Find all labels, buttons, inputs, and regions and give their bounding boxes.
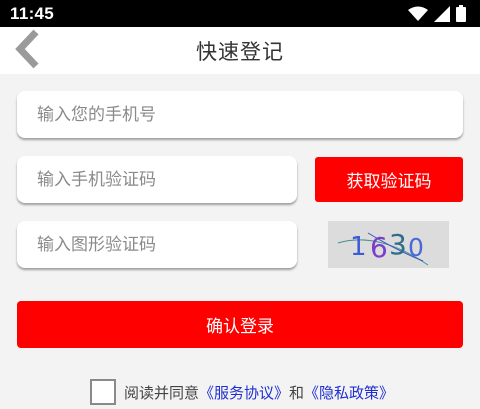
agreement-row: 阅读并同意 《服务协议》 和 《隐私政策》: [90, 377, 394, 407]
agreement-conjunction: 和: [289, 383, 305, 402]
captcha-digit: 1: [350, 232, 367, 262]
sms-code-input[interactable]: [35, 168, 279, 191]
chevron-left-icon: [12, 29, 40, 73]
signal-icon: [434, 5, 450, 22]
captcha-digit: 3: [389, 228, 407, 261]
captcha-digit: 6: [370, 231, 388, 264]
terms-link[interactable]: 《服务协议》: [199, 382, 289, 403]
phone-input[interactable]: [35, 103, 445, 126]
battery-icon: [456, 5, 466, 22]
back-button[interactable]: [8, 29, 44, 73]
status-bar: 11:45: [0, 0, 480, 27]
agreement-prefix: 阅读并同意: [124, 383, 200, 402]
captcha-image[interactable]: 1 6 3 0: [328, 221, 449, 268]
status-icons: [408, 5, 466, 22]
privacy-link[interactable]: 《隐私政策》: [304, 382, 394, 403]
page-title: 快速登记: [196, 39, 284, 64]
wifi-icon: [408, 6, 428, 22]
get-code-button[interactable]: 获取验证码: [315, 157, 463, 202]
sms-code-field[interactable]: [17, 156, 297, 203]
agree-checkbox[interactable]: [90, 379, 116, 405]
app-bar: 快速登记: [0, 27, 480, 74]
captcha-digit: 0: [408, 233, 424, 262]
status-time: 11:45: [10, 3, 55, 23]
phone-field[interactable]: [17, 91, 463, 138]
image-code-input[interactable]: [35, 233, 279, 256]
image-code-field[interactable]: [17, 221, 297, 268]
confirm-login-button[interactable]: 确认登录: [17, 301, 463, 348]
